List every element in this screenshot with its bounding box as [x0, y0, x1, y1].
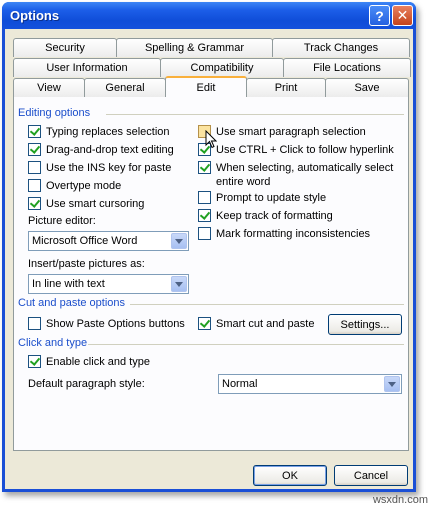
drag-drop-label: Drag-and-drop text editing	[46, 144, 174, 156]
editing-options-divider	[106, 114, 404, 115]
ctrl-click-label: Use CTRL + Click to follow hyperlink	[216, 144, 394, 156]
picture-editor-value: Microsoft Office Word	[32, 235, 138, 247]
auto-select-word-option[interactable]: When selecting, automatically select ent…	[198, 161, 406, 189]
keep-track-checkbox[interactable]	[198, 209, 211, 222]
default-style-select[interactable]: Normal	[218, 374, 402, 394]
auto-select-word-checkbox[interactable]	[198, 161, 211, 174]
show-paste-buttons-option[interactable]: Show Paste Options buttons	[28, 317, 185, 331]
typing-replaces-option[interactable]: Typing replaces selection	[28, 125, 170, 139]
tab-edit[interactable]: Edit	[165, 76, 247, 97]
insert-paste-value: In line with text	[32, 278, 105, 290]
tab-view[interactable]: View	[13, 78, 85, 97]
dialog-client-area: Security Spelling & Grammar Track Change…	[5, 29, 413, 489]
tab-general[interactable]: General	[84, 78, 166, 97]
tab-row-3: View General Edit Print Save	[13, 76, 409, 97]
overtype-checkbox[interactable]	[28, 179, 41, 192]
smart-cut-label: Smart cut and paste	[216, 318, 315, 330]
tab-security[interactable]: Security	[13, 38, 117, 57]
smart-cut-option[interactable]: Smart cut and paste	[198, 317, 314, 331]
cut-paste-title: Cut and paste options	[18, 297, 126, 309]
tab-row-2: User Information Compatibility File Loca…	[13, 58, 411, 77]
smart-cursoring-option[interactable]: Use smart cursoring	[28, 197, 144, 211]
cancel-button[interactable]: Cancel	[334, 465, 408, 486]
insert-paste-select[interactable]: In line with text	[28, 274, 189, 294]
tab-track-changes[interactable]: Track Changes	[272, 38, 410, 57]
typing-replaces-label: Typing replaces selection	[46, 126, 170, 138]
settings-button[interactable]: Settings...	[328, 314, 402, 335]
mark-inconsistencies-checkbox[interactable]	[198, 227, 211, 240]
tab-user-information[interactable]: User Information	[13, 58, 161, 77]
keep-track-option[interactable]: Keep track of formatting	[198, 209, 333, 223]
smart-paragraph-label: Use smart paragraph selection	[216, 126, 366, 138]
picture-editor-label: Picture editor:	[28, 215, 96, 227]
default-style-value: Normal	[222, 378, 258, 390]
cut-paste-divider	[130, 304, 404, 305]
tab-print[interactable]: Print	[246, 78, 326, 97]
mark-inconsistencies-option[interactable]: Mark formatting inconsistencies	[198, 227, 370, 241]
window-title: Options	[10, 8, 60, 23]
edit-tab-panel: Editing options Typing replaces selectio…	[13, 96, 409, 451]
prompt-style-label: Prompt to update style	[216, 192, 327, 204]
title-bar[interactable]: Options ? ✕	[2, 2, 416, 29]
tab-row-1: Security Spelling & Grammar Track Change…	[13, 38, 410, 57]
ok-button[interactable]: OK	[253, 465, 327, 486]
drag-drop-checkbox[interactable]	[28, 143, 41, 156]
chevron-down-icon[interactable]	[171, 233, 187, 249]
ctrl-click-option[interactable]: Use CTRL + Click to follow hyperlink	[198, 143, 394, 157]
tab-compatibility[interactable]: Compatibility	[160, 58, 284, 77]
close-icon: ✕	[396, 7, 409, 23]
close-button[interactable]: ✕	[392, 5, 413, 26]
mouse-pointer-icon	[205, 130, 217, 149]
keep-track-label: Keep track of formatting	[216, 210, 333, 222]
ins-key-label: Use the INS key for paste	[46, 162, 172, 174]
enable-click-type-label: Enable click and type	[46, 356, 150, 368]
tab-file-locations[interactable]: File Locations	[283, 58, 411, 77]
tab-spelling-grammar[interactable]: Spelling & Grammar	[116, 38, 273, 57]
ins-key-checkbox[interactable]	[28, 161, 41, 174]
prompt-style-checkbox[interactable]	[198, 191, 211, 204]
enable-click-type-option[interactable]: Enable click and type	[28, 355, 150, 369]
ins-key-option[interactable]: Use the INS key for paste	[28, 161, 171, 175]
chevron-down-icon[interactable]	[171, 276, 187, 292]
click-type-divider	[88, 344, 404, 345]
show-paste-buttons-label: Show Paste Options buttons	[46, 318, 185, 330]
auto-select-word-label: When selecting, automatically select ent…	[216, 162, 394, 188]
prompt-style-option[interactable]: Prompt to update style	[198, 191, 326, 205]
watermark-text: wsxdn.com	[372, 494, 428, 506]
chevron-down-icon[interactable]	[384, 376, 400, 392]
smart-paragraph-option[interactable]: Use smart paragraph selection	[198, 125, 366, 139]
help-button[interactable]: ?	[369, 5, 390, 26]
show-paste-buttons-checkbox[interactable]	[28, 317, 41, 330]
smart-cursoring-label: Use smart cursoring	[46, 198, 145, 210]
drag-drop-option[interactable]: Drag-and-drop text editing	[28, 143, 174, 157]
question-mark-icon: ?	[375, 7, 384, 24]
overtype-label: Overtype mode	[46, 180, 122, 192]
overtype-option[interactable]: Overtype mode	[28, 179, 121, 193]
smart-cut-checkbox[interactable]	[198, 317, 211, 330]
options-dialog: Options ? ✕ Security Spelling & Grammar …	[2, 2, 416, 492]
enable-click-type-checkbox[interactable]	[28, 355, 41, 368]
typing-replaces-checkbox[interactable]	[28, 125, 41, 138]
editing-options-title: Editing options	[18, 107, 91, 119]
default-style-label: Default paragraph style:	[28, 378, 145, 390]
click-type-title: Click and type	[18, 337, 88, 349]
mark-inconsistencies-label: Mark formatting inconsistencies	[216, 228, 371, 240]
picture-editor-select[interactable]: Microsoft Office Word	[28, 231, 189, 251]
insert-paste-label: Insert/paste pictures as:	[28, 258, 145, 270]
smart-cursoring-checkbox[interactable]	[28, 197, 41, 210]
tab-save[interactable]: Save	[325, 78, 409, 97]
